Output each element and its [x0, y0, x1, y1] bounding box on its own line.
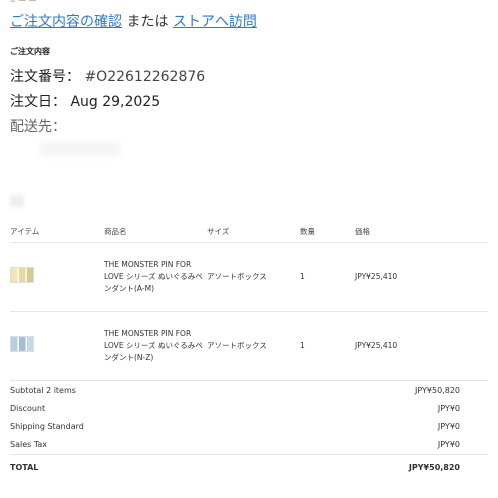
- item-price: JPY¥25,410: [355, 311, 488, 381]
- visit-store-link[interactable]: ストアへ訪問: [173, 14, 257, 30]
- table-row: THE MONSTER PIN FOR LOVE シリーズ ぬいぐるみペンダント…: [10, 311, 488, 381]
- subtotal-label: Subtotal 2 items: [10, 386, 76, 395]
- subtotal-row: Subtotal 2 items JPY¥50,820: [10, 386, 460, 398]
- header-item: アイテム: [10, 220, 104, 243]
- order-number-label: 注文番号：: [10, 69, 80, 85]
- tax-value: JPY¥0: [437, 440, 460, 449]
- header-size: サイズ: [207, 220, 300, 243]
- table-header-row: アイテム 商品名 サイズ 数量 価格: [10, 220, 488, 243]
- item-thumb-cell: [10, 242, 104, 312]
- shipping-address: 配送先：: [10, 116, 66, 136]
- item-name: THE MONSTER PIN FOR LOVE シリーズ ぬいぐるみペンダント…: [104, 242, 207, 312]
- header-qty: 数量: [300, 220, 355, 243]
- item-qty: 1: [300, 311, 355, 381]
- shipping-value: JPY¥0: [437, 422, 460, 431]
- tax-row: Sales Tax JPY¥0: [10, 440, 460, 452]
- item-size: アソートボックス: [207, 311, 300, 381]
- redacted-mark: [10, 195, 24, 207]
- item-qty: 1: [300, 242, 355, 312]
- shipping-label-total: Shipping Standard: [10, 422, 84, 431]
- total-row: TOTAL JPY¥50,820: [10, 463, 460, 475]
- or-text: または: [126, 14, 169, 30]
- order-date: 注文日： Aug 29,2025: [10, 91, 160, 111]
- header-name: 商品名: [104, 220, 207, 243]
- product-thumbnail-icon[interactable]: [10, 336, 34, 352]
- order-section-title: ご注文内容: [10, 47, 50, 56]
- shipping-row: Shipping Standard JPY¥0: [10, 422, 460, 434]
- item-size: アソートボックス: [207, 242, 300, 312]
- header-links: ご注文内容の確認 または ストアへ訪問: [10, 11, 257, 31]
- shipping-label: 配送先：: [10, 119, 66, 135]
- header-price: 価格: [355, 220, 488, 243]
- product-thumbnail-icon[interactable]: [10, 267, 34, 283]
- tax-label: Sales Tax: [10, 440, 48, 449]
- total-label: TOTAL: [10, 463, 39, 472]
- order-number-value: #O22612262876: [84, 69, 206, 85]
- total-divider: [10, 454, 488, 455]
- top-cropped-text: – ─ ─: [10, 0, 36, 7]
- redacted-address: [40, 142, 120, 156]
- total-value: JPY¥50,820: [408, 463, 460, 472]
- discount-value: JPY¥0: [437, 404, 460, 413]
- item-price: JPY¥25,410: [355, 242, 488, 312]
- discount-row: Discount JPY¥0: [10, 404, 460, 416]
- item-name: THE MONSTER PIN FOR LOVE シリーズ ぬいぐるみペンダント…: [104, 311, 207, 381]
- order-date-value: Aug 29,2025: [70, 94, 161, 110]
- discount-label: Discount: [10, 404, 46, 413]
- item-thumb-cell: [10, 311, 104, 381]
- order-number: 注文番号： #O22612262876: [10, 66, 205, 86]
- subtotal-value: JPY¥50,820: [415, 386, 460, 395]
- confirm-order-link[interactable]: ご注文内容の確認: [10, 14, 122, 30]
- order-date-label: 注文日：: [10, 94, 66, 110]
- order-items-table: アイテム 商品名 サイズ 数量 価格 THE MONSTER PIN FOR L…: [10, 220, 488, 381]
- table-row: THE MONSTER PIN FOR LOVE シリーズ ぬいぐるみペンダント…: [10, 242, 488, 312]
